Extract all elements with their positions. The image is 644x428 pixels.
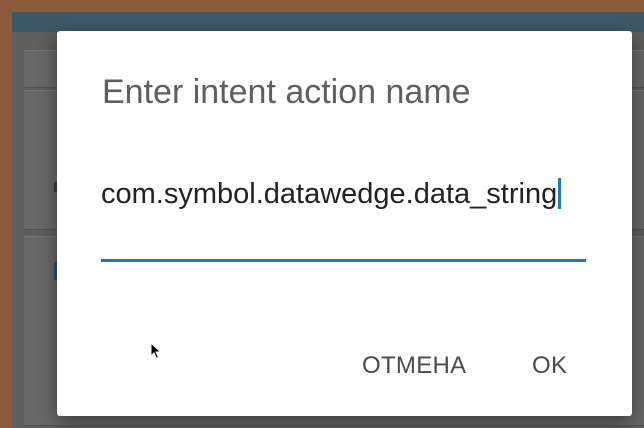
intent-action-input[interactable]: com.symbol.datawedge.data_string [101, 178, 586, 262]
input-underline [101, 259, 586, 262]
intent-action-input-text[interactable]: com.symbol.datawedge.data_string [101, 178, 581, 211]
mouse-pointer-icon [150, 342, 162, 360]
dialog-title: Enter intent action name [102, 73, 471, 111]
cancel-button[interactable]: ОТМЕНА [362, 346, 466, 386]
text-caret [558, 178, 562, 209]
ok-button[interactable]: OK [532, 346, 567, 386]
input-value: com.symbol.datawedge.data_string [101, 178, 558, 210]
intent-action-dialog: Enter intent action name com.symbol.data… [57, 31, 632, 416]
screen: Enter intent action name com.symbol.data… [0, 0, 644, 428]
app-bar [12, 12, 644, 32]
